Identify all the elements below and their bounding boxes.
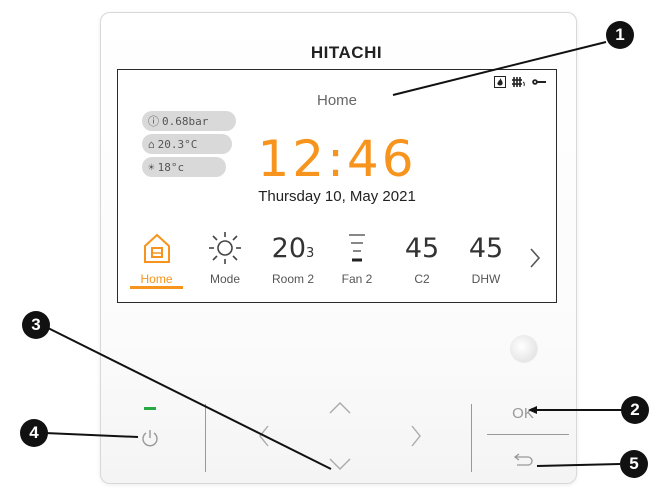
callout-3: 3 <box>22 311 50 339</box>
callout-2: 2 <box>621 396 649 424</box>
callout-lines <box>43 41 622 470</box>
callout-4: 4 <box>20 419 48 447</box>
callout-1: 1 <box>606 21 634 49</box>
callout-5: 5 <box>620 450 648 478</box>
